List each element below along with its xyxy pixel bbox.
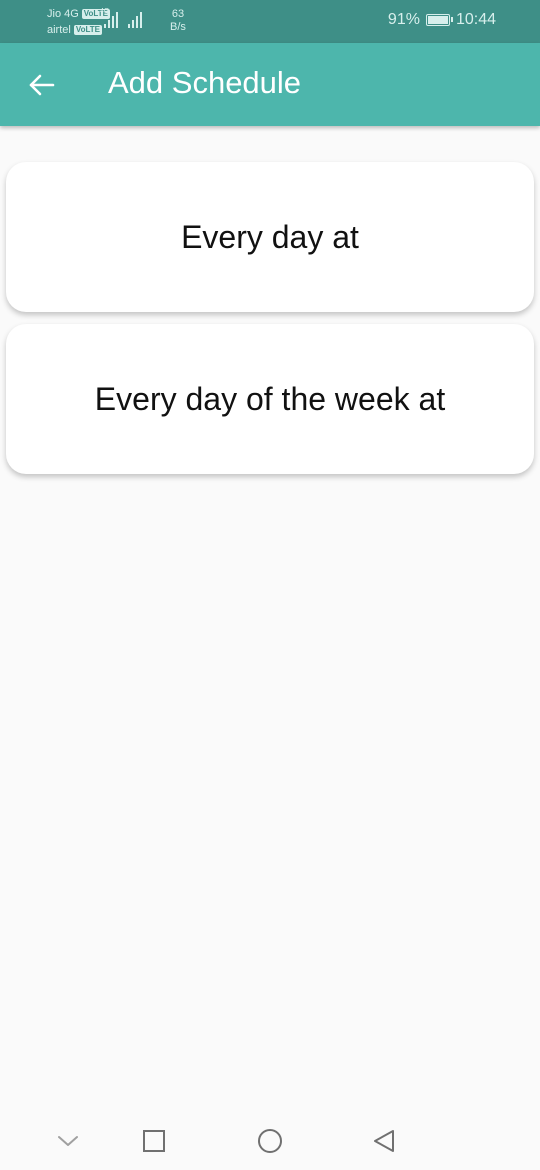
option-every-day-of-week-label: Every day of the week at (94, 380, 446, 417)
battery-icon (425, 14, 453, 26)
nav-collapse-button[interactable] (52, 1125, 84, 1157)
network-type-label: 4G (100, 8, 110, 15)
clock: 10:44 (455, 11, 496, 28)
nav-home-button[interactable] (254, 1125, 286, 1157)
battery-percent: 91% (387, 11, 420, 28)
option-every-day-of-week[interactable]: Every day of the week at (6, 324, 534, 474)
nav-back-button[interactable] (368, 1125, 400, 1157)
signal-icon-sim2 (128, 10, 142, 28)
page-title: Add Schedule (108, 65, 302, 100)
signal-icon-sim1: 4G (100, 8, 118, 28)
option-every-day[interactable]: Every day at (6, 162, 534, 312)
network-speed-value: 63 (171, 8, 185, 20)
right-status: 91% 10:44 (388, 11, 496, 29)
carrier-1-name: Jio 4G (47, 8, 79, 20)
status-bar: Jio 4G VoLTE airtel VoLTE 4G 63 B/s 91% (0, 0, 540, 43)
chevron-down-icon (58, 1136, 78, 1146)
volte-badge-2: VoLTE (73, 25, 102, 35)
network-speed: 63 B/s (170, 8, 186, 34)
back-button[interactable] (18, 61, 66, 109)
signal-strength: 4G (100, 8, 142, 28)
option-every-day-label: Every day at (181, 218, 359, 255)
triangle-back-icon (374, 1130, 394, 1152)
navigation-bar (0, 1112, 540, 1170)
app-bar: Add Schedule (0, 43, 540, 126)
carrier-2-name: airtel (47, 24, 71, 36)
network-speed-unit: B/s (170, 21, 186, 33)
nav-recent-button[interactable] (138, 1125, 170, 1157)
circle-home-icon (258, 1129, 282, 1153)
arrow-back-icon (29, 74, 55, 96)
square-recent-icon (143, 1130, 165, 1152)
